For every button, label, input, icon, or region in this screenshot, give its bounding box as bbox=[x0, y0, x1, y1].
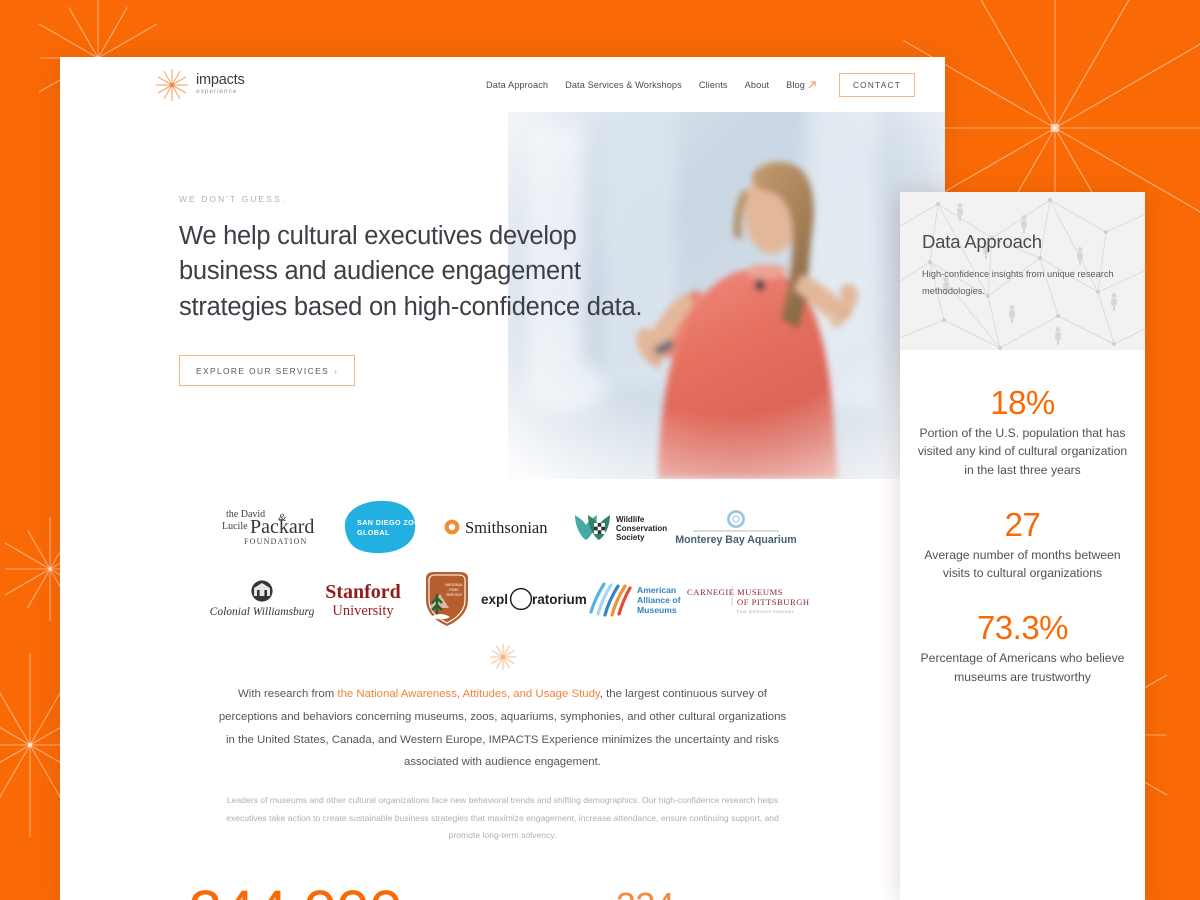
client-logo-wall: the David & Lucile Packard FOUNDATION SA… bbox=[60, 479, 945, 635]
svg-text:SAN DIEGO ZOO.: SAN DIEGO ZOO. bbox=[357, 518, 423, 527]
exploratorium-logo[interactable]: expl ratorium bbox=[479, 570, 587, 628]
brand-name: impacts bbox=[196, 71, 245, 88]
svg-text:FOUNDATION: FOUNDATION bbox=[244, 537, 308, 546]
nav-item-data-services-workshops[interactable]: Data Services & Workshops bbox=[565, 80, 682, 90]
svg-text:MUSEUMS: MUSEUMS bbox=[737, 587, 783, 597]
san-diego-zoo-logo[interactable]: SAN DIEGO ZOO. GLOBAL bbox=[339, 498, 422, 556]
colonial-williamsburg-logo[interactable]: Colonial Williamsburg bbox=[210, 570, 315, 628]
svg-text:Stanford: Stanford bbox=[325, 581, 401, 603]
explore-our-services-button[interactable]: EXPLORE OUR SERVICES › bbox=[179, 355, 356, 387]
hero-section: WE DON'T GUESS. We help cultural executi… bbox=[60, 112, 945, 479]
panel-stat: 27 Average number of months between visi… bbox=[917, 505, 1128, 583]
naau-study-link[interactable]: the National Awareness, Attitudes, and U… bbox=[337, 688, 599, 700]
panel-stat-label: Percentage of Americans who believe muse… bbox=[920, 650, 1125, 684]
intro-secondary-paragraph: Leaders of museums and other cultural or… bbox=[226, 795, 779, 841]
hero-copy: WE DON'T GUESS. We help cultural executi… bbox=[179, 194, 679, 387]
metric-big-value: 244,000 bbox=[60, 882, 530, 900]
starburst-divider-icon bbox=[60, 635, 945, 679]
brand-logo[interactable]: impacts experience bbox=[155, 68, 245, 102]
smithsonian-logo[interactable]: Smithsonian bbox=[442, 498, 550, 556]
svg-text:Smithsonian: Smithsonian bbox=[465, 518, 548, 537]
panel-title: Data Approach bbox=[922, 231, 1042, 252]
website-page-card: impacts experience Data Approach Data Se… bbox=[60, 57, 945, 900]
svg-text:GLOBAL: GLOBAL bbox=[357, 528, 390, 537]
stanford-university-logo[interactable]: Stanford University bbox=[312, 570, 414, 628]
nav-item-data-approach[interactable]: Data Approach bbox=[486, 80, 548, 90]
data-approach-panel: Data Approach High-confidence insights f… bbox=[900, 192, 1145, 900]
national-park-service-logo[interactable]: NATIONAL PARK SERVICE bbox=[422, 570, 472, 628]
svg-text:OF PITTSBURGH: OF PITTSBURGH bbox=[737, 597, 810, 607]
svg-text:SERVICE: SERVICE bbox=[446, 593, 462, 597]
svg-text:Lucile: Lucile bbox=[222, 521, 248, 532]
svg-text:Four distinctive museums: Four distinctive museums bbox=[737, 609, 794, 614]
nav-item-blog-label: Blog bbox=[786, 79, 805, 90]
external-link-icon bbox=[808, 80, 816, 88]
svg-text:ratorium: ratorium bbox=[532, 592, 587, 607]
site-header: impacts experience Data Approach Data Se… bbox=[60, 57, 945, 112]
svg-text:PARK: PARK bbox=[449, 588, 459, 592]
svg-text:Museums: Museums bbox=[637, 605, 677, 615]
hero-heading: We help cultural executives develop busi… bbox=[179, 222, 643, 321]
panel-stat-value: 18% bbox=[990, 384, 1055, 421]
bottom-metrics: 244,000 224 Organizations monitored bbox=[60, 845, 945, 900]
panel-header: Data Approach High-confidence insights f… bbox=[900, 192, 1145, 350]
panel-stat-label: Average number of months between visits … bbox=[924, 547, 1121, 581]
svg-text:CARNEGIE: CARNEGIE bbox=[687, 587, 734, 597]
svg-text:Society: Society bbox=[616, 533, 645, 542]
main-navigation: Data Approach Data Services & Workshops … bbox=[486, 72, 915, 97]
intro-lead-after: , the largest continuous survey of perce… bbox=[218, 688, 787, 769]
svg-text:NATIONAL: NATIONAL bbox=[445, 583, 463, 587]
panel-stat-value: 73.3% bbox=[976, 609, 1069, 647]
explore-button-label: EXPLORE OUR SERVICES bbox=[196, 366, 330, 377]
packard-foundation-logo[interactable]: the David & Lucile Packard FOUNDATION bbox=[220, 498, 316, 556]
svg-text:Alliance of: Alliance of bbox=[637, 595, 681, 605]
svg-text:expl: expl bbox=[481, 592, 508, 607]
svg-text:Colonial Williamsburg: Colonial Williamsburg bbox=[210, 606, 315, 618]
intro-lead-paragraph: With research from the National Awarenes… bbox=[215, 683, 790, 774]
brand-wordmark: impacts experience bbox=[196, 73, 245, 96]
client-logo-row: Colonial Williamsburg Stanford Universit… bbox=[120, 563, 885, 635]
starburst-icon bbox=[155, 68, 189, 102]
intro-copy-block: With research from the National Awarenes… bbox=[60, 679, 945, 845]
panel-stat: 18% Portion of the U.S. population that … bbox=[917, 384, 1128, 480]
svg-text:Monterey Bay Aquarium: Monterey Bay Aquarium bbox=[675, 534, 796, 546]
nav-item-clients[interactable]: Clients bbox=[699, 80, 728, 90]
nav-item-blog[interactable]: Blog bbox=[786, 80, 816, 90]
svg-text:University: University bbox=[332, 603, 394, 619]
panel-stats-list: 18% Portion of the U.S. population that … bbox=[900, 350, 1145, 687]
wildlife-conservation-society-logo[interactable]: Wildlife Conservation Society bbox=[572, 498, 667, 556]
panel-subtitle: High-confidence insights from unique res… bbox=[922, 269, 1114, 297]
panel-stat-value: 27 bbox=[1004, 505, 1041, 543]
monterey-bay-aquarium-logo[interactable]: Monterey Bay Aquarium bbox=[675, 498, 797, 556]
svg-text:Conservation: Conservation bbox=[616, 524, 667, 533]
nav-item-about[interactable]: About bbox=[745, 80, 770, 90]
panel-stat: 73.3% Percentage of Americans who believ… bbox=[917, 611, 1128, 686]
client-logo-row: the David & Lucile Packard FOUNDATION SA… bbox=[120, 491, 885, 563]
metric-small-value: 224 bbox=[530, 887, 760, 900]
panel-stat-label: Portion of the U.S. population that has … bbox=[917, 425, 1128, 478]
metric-small: 224 Organizations monitored bbox=[530, 882, 760, 900]
chevron-right-icon: › bbox=[334, 366, 339, 377]
brand-sub: experience bbox=[196, 88, 238, 96]
svg-text:American: American bbox=[637, 585, 676, 595]
hero-eyebrow: WE DON'T GUESS. bbox=[179, 194, 287, 204]
svg-text:Packard: Packard bbox=[250, 516, 314, 538]
svg-text:Wildlife: Wildlife bbox=[616, 515, 645, 524]
contact-button[interactable]: CONTACT bbox=[838, 72, 915, 97]
carnegie-museums-logo[interactable]: CARNEGIE MUSEUMS OF PITTSBURGH Four dist… bbox=[685, 570, 809, 628]
intro-lead-before: With research from bbox=[238, 688, 338, 700]
american-alliance-of-museums-logo[interactable]: American Alliance of Museums bbox=[585, 570, 681, 628]
